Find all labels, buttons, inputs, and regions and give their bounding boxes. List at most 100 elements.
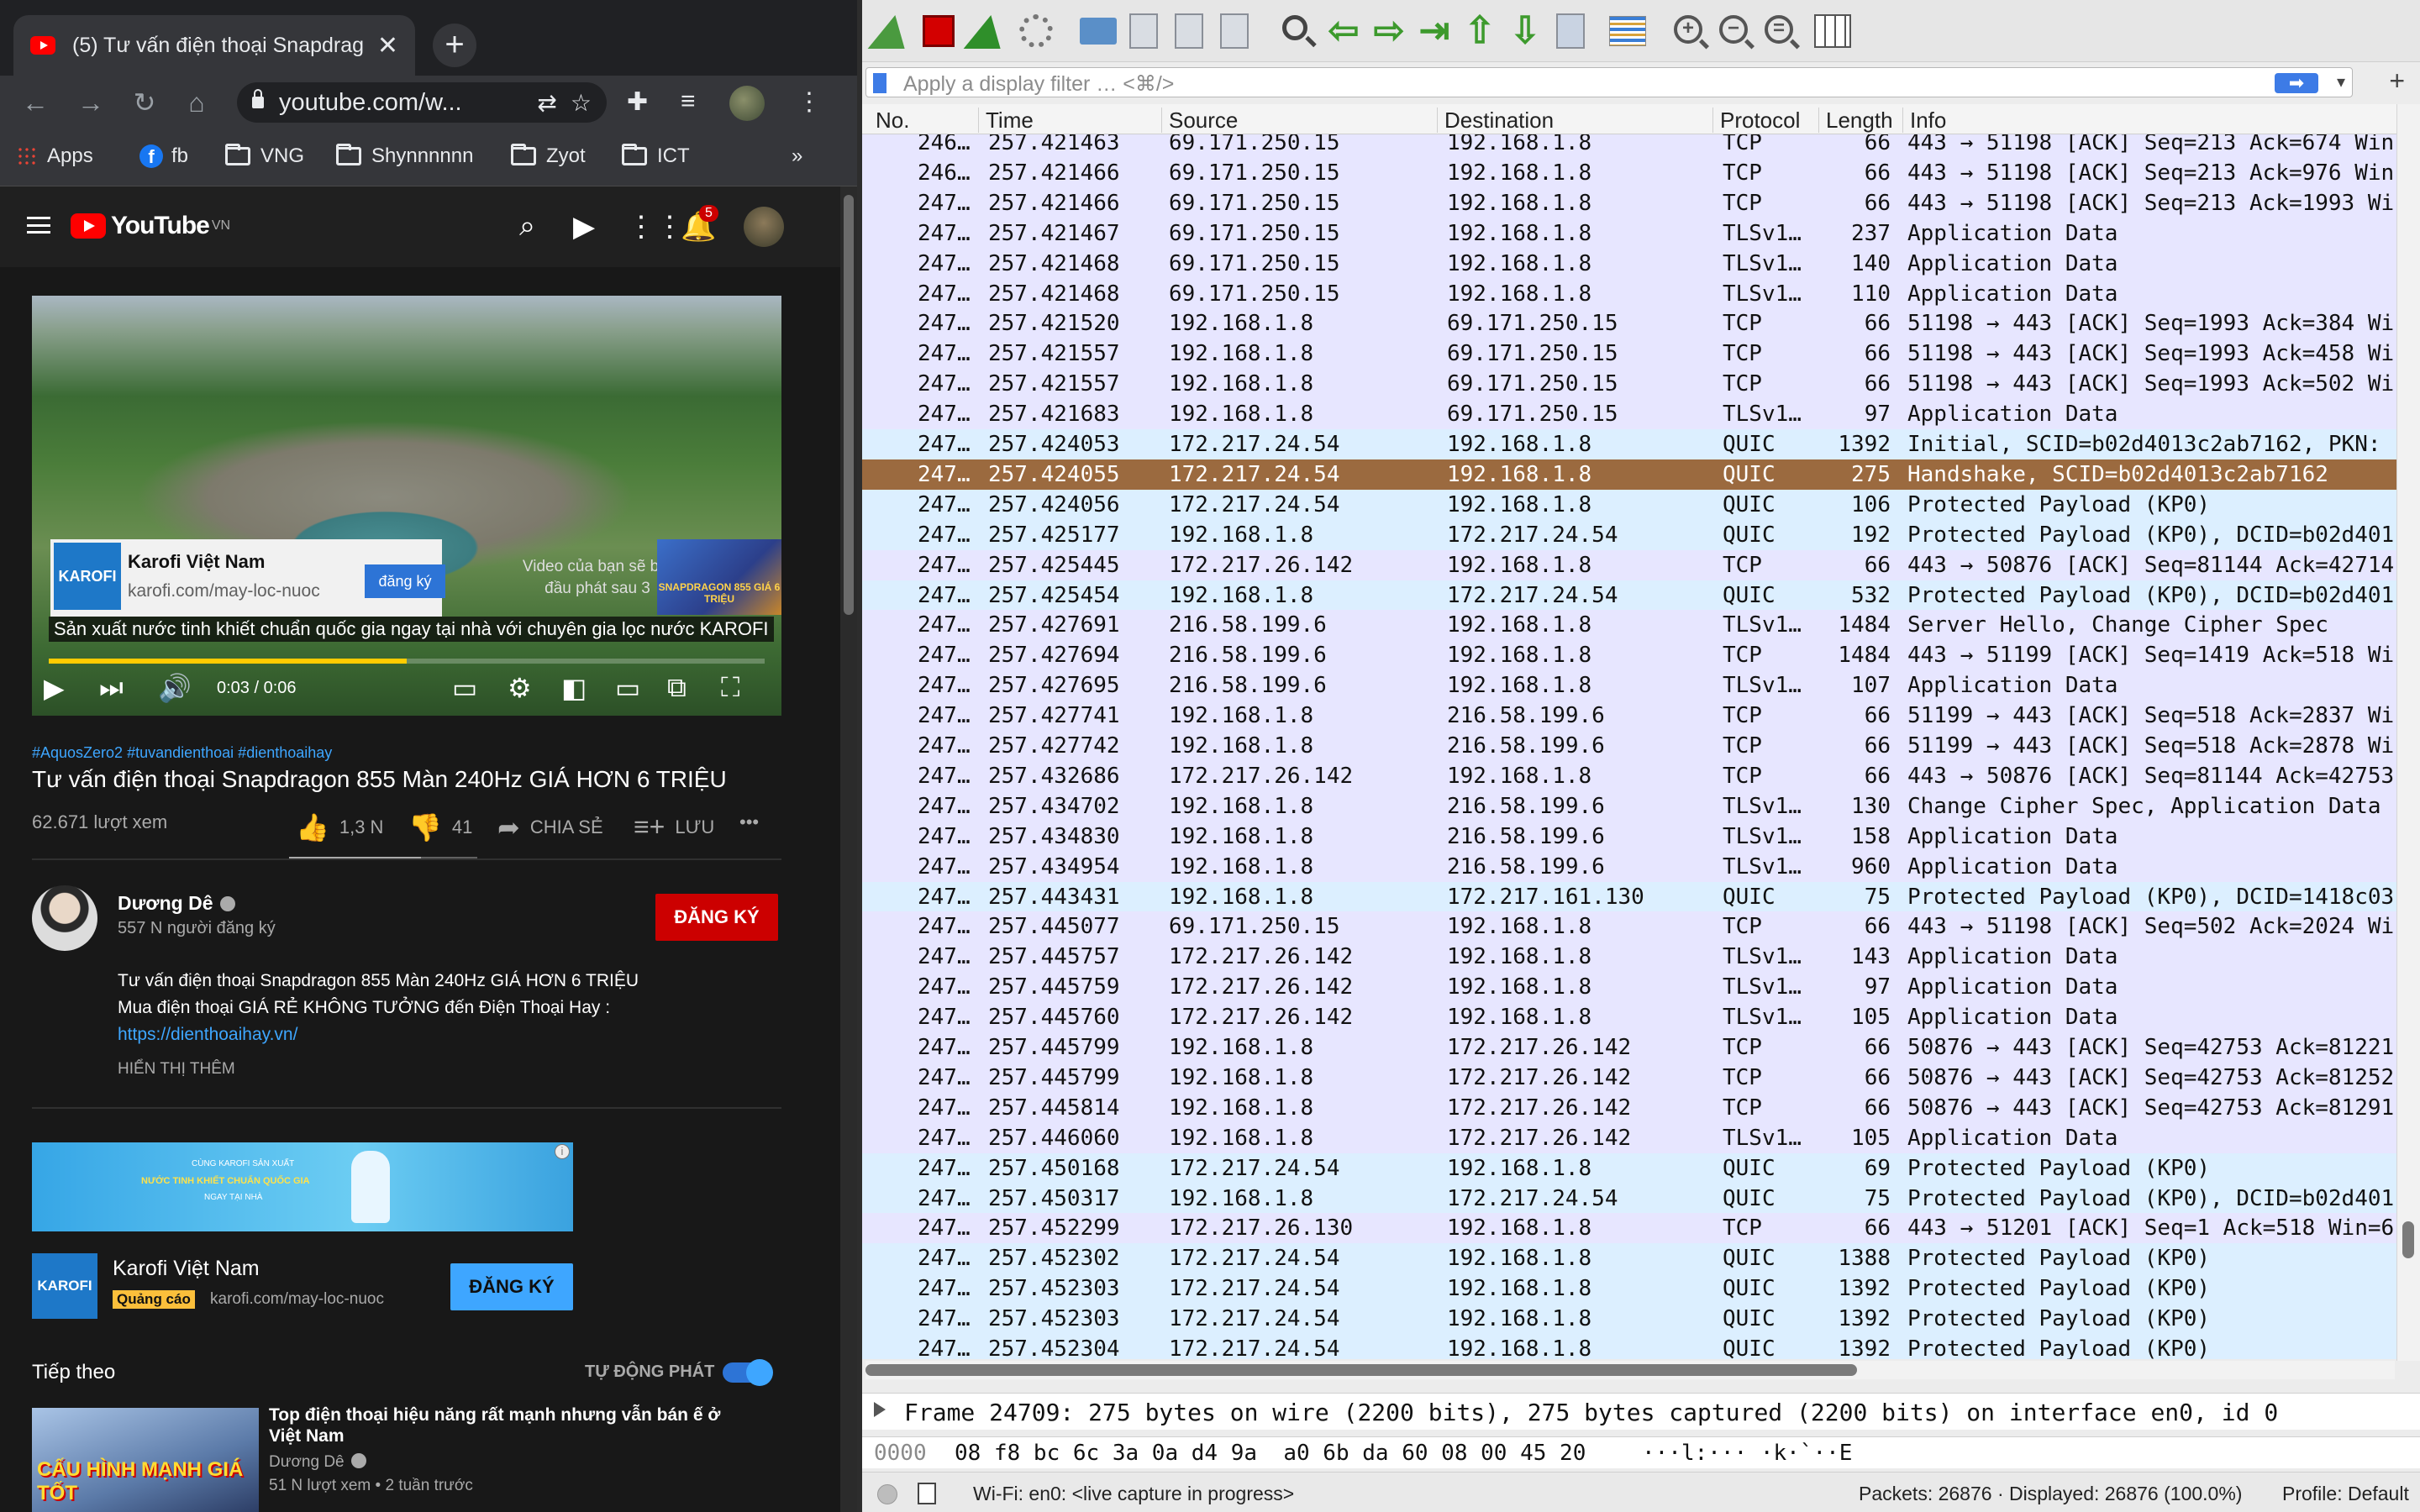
- packet-list-horizontal-scrollbar[interactable]: [865, 1361, 2395, 1379]
- scrollbar-thumb[interactable]: [2402, 1221, 2414, 1258]
- like-button[interactable]: 👍 1,3 N: [296, 811, 383, 843]
- frame-detail-line[interactable]: Frame 24709: 275 bytes on wire (2200 bit…: [904, 1399, 2278, 1426]
- play-icon[interactable]: ▶: [44, 672, 65, 704]
- packet-list-vertical-scrollbar[interactable]: [2396, 104, 2420, 1361]
- back-arrow-icon[interactable]: ←: [17, 84, 54, 121]
- capture-options-gear-icon[interactable]: [1015, 10, 1057, 52]
- bookmark-apps[interactable]: Apps: [17, 144, 93, 168]
- colorize-icon[interactable]: [1607, 10, 1649, 52]
- packet-row[interactable]: 247… 257.452304 172.217.24.54 192.168.1.8 QU…: [862, 1334, 2396, 1359]
- packet-row[interactable]: 247… 257.445760 172.217.26.142 192.168.1.8 T…: [862, 1002, 2396, 1033]
- video-player[interactable]: KAROFI Karofi Việt Nam karofi.com/may-lo…: [32, 296, 781, 716]
- fullscreen-icon[interactable]: ⛶: [721, 672, 739, 704]
- packet-row[interactable]: 247… 257.421557 192.168.1.8 69.171.250.15 TC…: [862, 339, 2396, 370]
- expand-triangle-icon[interactable]: [874, 1402, 886, 1417]
- youtube-avatar[interactable]: [744, 207, 784, 247]
- media-control-icon[interactable]: ≡: [681, 87, 696, 116]
- start-capture-fin-icon[interactable]: [867, 10, 914, 52]
- packet-row[interactable]: 247… 257.425445 172.217.26.142 192.168.1.8 T…: [862, 549, 2396, 580]
- reload-file-icon[interactable]: [1213, 10, 1255, 52]
- packet-row[interactable]: 247… 257.445799 192.168.1.8 172.217.26.142 T…: [862, 1032, 2396, 1063]
- ad-subscribe-button[interactable]: đăng ký: [365, 564, 445, 598]
- next-icon[interactable]: ⏭: [99, 672, 124, 704]
- packet-row[interactable]: 247… 257.421466 69.171.250.15 192.168.1.8 TC…: [862, 187, 2396, 218]
- autoscroll-icon[interactable]: [1549, 10, 1591, 52]
- packet-row[interactable]: 247… 257.421467 69.171.250.15 192.168.1.8 TL…: [862, 218, 2396, 249]
- column-header-no[interactable]: No.: [869, 108, 909, 133]
- more-actions-icon[interactable]: •••: [739, 811, 759, 833]
- packet-row[interactable]: 247… 257.424056 172.217.24.54 192.168.1.8 QU…: [862, 489, 2396, 520]
- show-more-button[interactable]: HIỂN THỊ THÊM: [118, 1060, 235, 1079]
- settings-gear-icon[interactable]: ⚙: [508, 672, 532, 704]
- address-bar[interactable]: youtube.com/w... ⇄ ☆: [237, 82, 607, 123]
- packet-row[interactable]: 247… 257.450317 192.168.1.8 172.217.24.54 QU…: [862, 1183, 2396, 1214]
- packet-row[interactable]: 247… 257.425454 192.168.1.8 172.217.24.54 QU…: [862, 580, 2396, 611]
- go-first-packet-icon[interactable]: ⇧: [1459, 10, 1501, 52]
- bookmarks-overflow-icon[interactable]: »: [792, 144, 802, 168]
- packet-row-selected[interactable]: 247… 257.424055 172.217.24.54 192.168.1.8 QU…: [862, 459, 2396, 490]
- column-header-time[interactable]: Time: [978, 108, 1034, 133]
- stop-capture-icon[interactable]: [918, 10, 960, 52]
- save-button[interactable]: ≡+ LƯU: [634, 811, 714, 843]
- go-last-packet-icon[interactable]: ⇩: [1504, 10, 1546, 52]
- packet-row[interactable]: 247… 257.421557 192.168.1.8 69.171.250.15 TC…: [862, 369, 2396, 400]
- active-tab[interactable]: (5) Tư vấn điện thoại Snapdrag ✕: [13, 15, 415, 76]
- channel-name[interactable]: Dương Dê: [118, 892, 235, 915]
- ad-subscribe-button[interactable]: ĐĂNG KÝ: [450, 1263, 573, 1310]
- video-hashtags[interactable]: #AquosZero2 #tuvandienthoai #dienthoaiha…: [32, 744, 332, 762]
- packet-row[interactable]: 247… 257.432686 172.217.26.142 192.168.1.8 T…: [862, 760, 2396, 791]
- ad-overlay-card[interactable]: KAROFI Karofi Việt Nam karofi.com/may-lo…: [50, 539, 445, 617]
- packet-row[interactable]: 247… 257.421683 192.168.1.8 69.171.250.15 TL…: [862, 399, 2396, 430]
- karofi-banner-ad[interactable]: CÙNG KAROFI SẢN XUẤT NƯỚC TINH KHIẾT CHU…: [32, 1142, 573, 1231]
- find-packet-icon[interactable]: [1277, 10, 1319, 52]
- subscribe-button[interactable]: ĐĂNG KÝ: [655, 894, 778, 941]
- profile-avatar[interactable]: [729, 86, 765, 121]
- go-forward-arrow-icon[interactable]: ⇨: [1368, 10, 1410, 52]
- packet-row[interactable]: 247… 257.452303 172.217.24.54 192.168.1.8 QU…: [862, 1273, 2396, 1305]
- packet-row[interactable]: 246… 257.421463 69.171.250.15 192.168.1.8 TC…: [862, 134, 2396, 158]
- share-button[interactable]: ➦ CHIA SẺ: [497, 811, 603, 843]
- youtube-logo[interactable]: YouTube VN: [71, 212, 230, 240]
- apps-grid-icon[interactable]: ⋮⋮: [627, 210, 684, 244]
- packet-row[interactable]: 247… 257.421520 192.168.1.8 69.171.250.15 TC…: [862, 308, 2396, 339]
- packet-row[interactable]: 247… 257.434954 192.168.1.8 216.58.199.6 TLS…: [862, 851, 2396, 882]
- restart-capture-icon[interactable]: [963, 10, 1010, 52]
- upcoming-video-thumbnail[interactable]: SNAPDRAGON 855 GIÁ 6 TRIỆU: [657, 539, 781, 615]
- packet-row[interactable]: 247… 257.425177 192.168.1.8 172.217.24.54 QU…: [862, 519, 2396, 550]
- packet-row[interactable]: 247… 257.452302 172.217.24.54 192.168.1.8 QU…: [862, 1243, 2396, 1274]
- packet-row[interactable]: 247… 257.427742 192.168.1.8 216.58.199.6 TCP…: [862, 731, 2396, 761]
- go-to-packet-icon[interactable]: ⇥: [1413, 10, 1455, 52]
- go-back-arrow-icon[interactable]: ⇦: [1323, 10, 1365, 52]
- cast-icon[interactable]: ⧉: [667, 672, 687, 704]
- profile-label[interactable]: Profile: Default: [2282, 1483, 2409, 1505]
- add-filter-button-icon[interactable]: +: [2389, 66, 2405, 97]
- new-tab-button[interactable]: +: [433, 24, 476, 67]
- search-icon[interactable]: ⌕: [519, 210, 535, 243]
- tab-close-icon[interactable]: ✕: [377, 31, 398, 60]
- packet-row[interactable]: 247… 257.427694 216.58.199.6 192.168.1.8 TCP…: [862, 640, 2396, 671]
- miniplayer-icon[interactable]: ◧: [561, 672, 587, 704]
- packet-row[interactable]: 247… 257.421468 69.171.250.15 192.168.1.8 TL…: [862, 278, 2396, 309]
- packet-row[interactable]: 247… 257.427691 216.58.199.6 192.168.1.8 TLS…: [862, 610, 2396, 641]
- reload-icon[interactable]: ↻: [126, 84, 163, 121]
- bookmark-star-icon[interactable]: ☆: [571, 89, 592, 117]
- address-url[interactable]: youtube.com/w...: [279, 89, 523, 117]
- scrollbar-thumb[interactable]: [844, 195, 854, 615]
- dislike-button[interactable]: 👎 41: [408, 811, 472, 843]
- volume-icon[interactable]: 🔊: [158, 672, 192, 704]
- scrollbar-thumb[interactable]: [865, 1364, 1857, 1376]
- video-progress-bar[interactable]: [49, 659, 765, 664]
- bookmark-ict[interactable]: ICT: [622, 144, 690, 168]
- column-header-source[interactable]: Source: [1161, 108, 1238, 133]
- filter-dropdown-icon[interactable]: ▾: [2337, 71, 2345, 92]
- description-link[interactable]: https://dienthoaihay.vn/: [118, 1025, 297, 1045]
- packet-row[interactable]: 247… 257.445759 172.217.26.142 192.168.1.8 T…: [862, 972, 2396, 1003]
- column-header-length[interactable]: Length: [1818, 108, 1902, 133]
- theater-mode-icon[interactable]: ▭: [615, 672, 640, 704]
- apply-filter-arrow-icon[interactable]: ➡: [2275, 73, 2318, 93]
- packet-row[interactable]: 247… 257.443431 192.168.1.8 172.217.161.130…: [862, 881, 2396, 912]
- karofi-ad-logo[interactable]: KAROFI: [32, 1253, 97, 1319]
- subtitles-icon[interactable]: ▭: [452, 672, 477, 704]
- column-header-destination[interactable]: Destination: [1437, 108, 1554, 133]
- expert-info-icon[interactable]: [877, 1484, 897, 1504]
